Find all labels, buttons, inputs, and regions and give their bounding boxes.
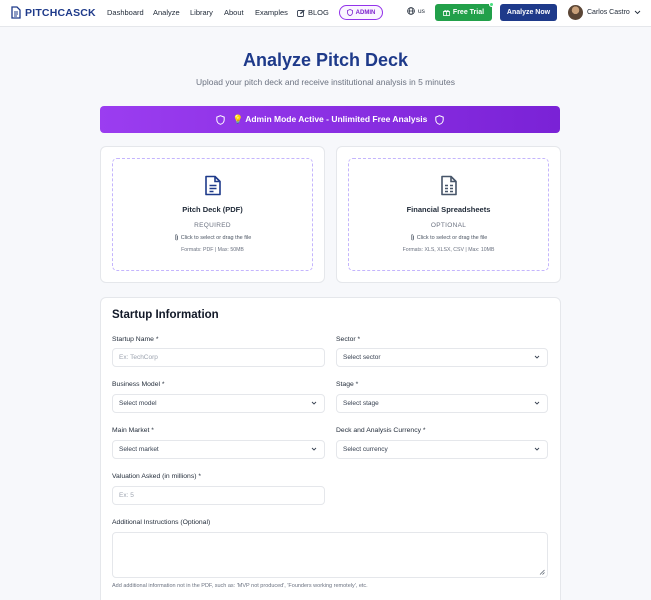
spreadsheet-icon [440, 175, 457, 196]
nav-blog[interactable]: BLOG [297, 8, 329, 17]
admin-mode-banner: 💡 Admin Mode Active - Unlimited Free Ana… [100, 106, 560, 133]
document-logo-icon [11, 6, 21, 19]
top-navbar: PITCHCASCK Dashboard Analyze Library Abo… [0, 0, 651, 27]
nav-library[interactable]: Library [190, 8, 213, 17]
page-title: Analyze Pitch Deck [242, 50, 409, 70]
sector-select[interactable]: Select sector [336, 348, 548, 367]
instructions-help-text: Add additional information not in the PD… [112, 583, 368, 589]
main-market-select[interactable]: Select market [112, 440, 325, 459]
admin-badge-label: ADMIN [355, 9, 376, 16]
paperclip-icon [410, 234, 414, 241]
valuation-input[interactable]: Ex: 5 [112, 486, 325, 505]
chevron-down-icon [311, 447, 317, 451]
upload-optional-tag: OPTIONAL [430, 222, 467, 229]
currency-value: Select currency [343, 446, 388, 453]
admin-badge[interactable]: ADMIN [339, 5, 383, 20]
instructions-textarea[interactable] [112, 532, 548, 578]
sector-label: Sector * [336, 336, 361, 343]
file-text-icon [204, 175, 221, 196]
upload-required-tag: REQUIRED [194, 222, 231, 229]
valuation-label: Valuation Asked (in millions) * [112, 473, 202, 480]
language-selector[interactable]: us [407, 7, 425, 15]
upload-hint: Click to select or drag the file [410, 234, 488, 241]
business-model-select[interactable]: Select model [112, 394, 325, 413]
financial-dropzone[interactable]: Financial Spreadsheets OPTIONAL Click to… [348, 158, 549, 271]
instructions-label: Additional Instructions (Optional) [112, 519, 211, 526]
form-title: Startup Information [112, 309, 219, 321]
globe-icon [407, 7, 415, 15]
brand-name: PITCHCASCK [25, 6, 96, 19]
analyze-now-button[interactable]: Analyze Now [500, 4, 557, 21]
upload-hint-text: Click to select or drag the file [416, 234, 488, 241]
business-model-label: Business Model * [112, 381, 165, 388]
business-model-value: Select model [119, 400, 157, 407]
main-market-label: Main Market * [112, 427, 154, 434]
chevron-down-icon [534, 447, 540, 451]
stage-select[interactable]: Select stage [336, 394, 548, 413]
startup-name-input[interactable]: Ex: TechCorp [112, 348, 325, 367]
nav-about[interactable]: About [224, 8, 244, 17]
chevron-down-icon [534, 401, 540, 405]
shield-icon [215, 114, 225, 125]
upload-title: Pitch Deck (PDF) [182, 205, 243, 214]
free-trial-label: Free Trial [452, 9, 485, 16]
stage-label: Stage * [336, 381, 359, 388]
shield-icon [346, 9, 353, 16]
pitch-deck-upload-card: Pitch Deck (PDF) REQUIRED Click to selec… [100, 146, 325, 283]
language-code: us [418, 7, 425, 15]
main-market-value: Select market [119, 446, 159, 453]
chevron-down-icon [534, 355, 540, 359]
nav-blog-label: BLOG [308, 8, 329, 17]
nav-examples[interactable]: Examples [255, 8, 288, 17]
edit-icon [297, 9, 305, 17]
paperclip-icon [174, 234, 178, 241]
user-name: Carlos Castro [587, 9, 630, 16]
gift-icon [443, 9, 450, 16]
user-menu[interactable]: Carlos Castro [568, 5, 641, 20]
financial-upload-card: Financial Spreadsheets OPTIONAL Click to… [336, 146, 561, 283]
chevron-down-icon [634, 10, 641, 15]
avatar [568, 5, 583, 20]
startup-name-label: Startup Name * [112, 336, 159, 343]
free-trial-button[interactable]: Free Trial [435, 2, 494, 21]
upload-formats: Formats: PDF | Max: 50MB [181, 247, 244, 253]
brand-logo[interactable]: PITCHCASCK [11, 6, 96, 19]
upload-formats: Formats: XLS, XLSX, CSV | Max: 10MB [402, 247, 495, 253]
admin-banner-text: 💡 Admin Mode Active - Unlimited Free Ana… [232, 114, 428, 124]
page-subtitle: Upload your pitch deck and receive insti… [196, 77, 455, 87]
currency-label: Deck and Analysis Currency * [336, 427, 426, 434]
resize-grip-icon[interactable] [539, 569, 545, 575]
pitch-deck-dropzone[interactable]: Pitch Deck (PDF) REQUIRED Click to selec… [112, 158, 313, 271]
notification-dot [489, 2, 494, 7]
upload-hint-text: Click to select or drag the file [180, 234, 252, 241]
currency-select[interactable]: Select currency [336, 440, 548, 459]
nav-analyze[interactable]: Analyze [153, 8, 180, 17]
sector-value: Select sector [343, 354, 381, 361]
upload-hint: Click to select or drag the file [174, 234, 252, 241]
chevron-down-icon [311, 401, 317, 405]
stage-value: Select stage [343, 400, 379, 407]
upload-title: Financial Spreadsheets [406, 205, 491, 214]
shield-icon [435, 114, 445, 125]
nav-dashboard[interactable]: Dashboard [107, 8, 144, 17]
